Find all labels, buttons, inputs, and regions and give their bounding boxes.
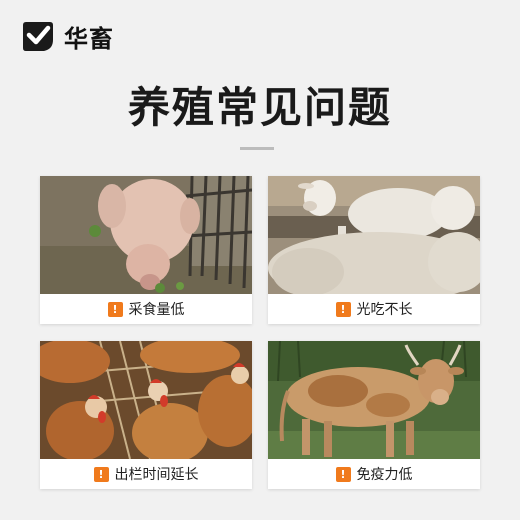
warning-icon: ! bbox=[335, 466, 351, 482]
brand-name: 华畜 bbox=[64, 24, 114, 53]
brand-logo: 华畜 bbox=[20, 18, 114, 54]
cow-photo bbox=[268, 341, 480, 459]
issue-card-longer-slaughter-time: ! 出栏时间延长 bbox=[40, 341, 252, 489]
card-caption: ! 出栏时间延长 bbox=[40, 459, 252, 489]
chickens-photo bbox=[40, 341, 252, 459]
issue-card-low-immunity: ! 免疫力低 bbox=[268, 341, 480, 489]
pig-photo bbox=[40, 176, 252, 294]
card-label: 光吃不长 bbox=[356, 302, 413, 318]
card-label: 出栏时间延长 bbox=[114, 467, 199, 483]
card-caption: ! 免疫力低 bbox=[268, 459, 480, 489]
sheep-photo bbox=[268, 176, 480, 294]
title-divider bbox=[240, 147, 274, 150]
card-caption: ! 采食量低 bbox=[40, 294, 252, 324]
warning-icon: ! bbox=[335, 301, 351, 317]
page-title: 养殖常见问题 bbox=[127, 83, 392, 132]
card-caption: ! 光吃不长 bbox=[268, 294, 480, 324]
warning-icon: ! bbox=[93, 466, 109, 482]
card-label: 采食量低 bbox=[128, 302, 185, 318]
warning-icon: ! bbox=[107, 301, 123, 317]
check-shield-icon bbox=[23, 22, 53, 51]
issue-card-low-feed-intake: ! 采食量低 bbox=[40, 176, 252, 324]
card-label: 免疫力低 bbox=[356, 467, 413, 483]
issue-card-eats-no-growth: ! 光吃不长 bbox=[268, 176, 480, 324]
